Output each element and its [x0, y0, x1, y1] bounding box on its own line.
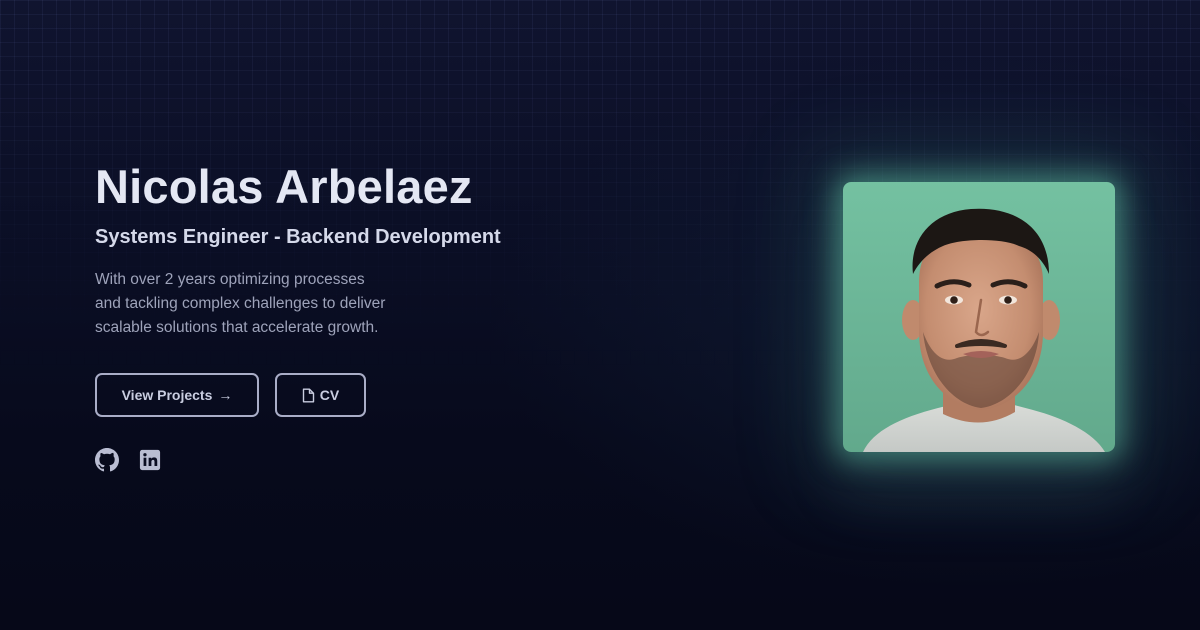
arrow-right-icon: →	[218, 387, 233, 403]
hero-actions: View Projects → CV	[95, 373, 655, 417]
file-icon	[302, 388, 315, 403]
hero-name: Nicolas Arbelaez	[95, 160, 473, 213]
profile-photo	[843, 182, 1115, 452]
linkedin-link[interactable]	[139, 449, 161, 476]
bio-line: With over 2 years optimizing processes	[95, 271, 365, 288]
bio-line: and tackling complex challenges to deliv…	[95, 295, 386, 312]
linkedin-icon	[139, 449, 161, 476]
view-projects-button[interactable]: View Projects →	[95, 373, 259, 417]
cv-button[interactable]: CV	[275, 373, 366, 417]
hero-section: Nicolas Arbelaez Systems Engineer - Back…	[95, 158, 655, 477]
hero-bio: With over 2 years optimizing processes a…	[95, 268, 435, 340]
github-link[interactable]	[95, 448, 119, 477]
view-projects-label: View Projects	[121, 387, 213, 403]
cv-label: CV	[319, 387, 340, 403]
social-links	[95, 448, 655, 477]
github-icon	[95, 448, 119, 477]
hero-role: Systems Engineer - Backend Development	[95, 226, 501, 248]
bio-line: scalable solutions that accelerate growt…	[95, 319, 379, 336]
